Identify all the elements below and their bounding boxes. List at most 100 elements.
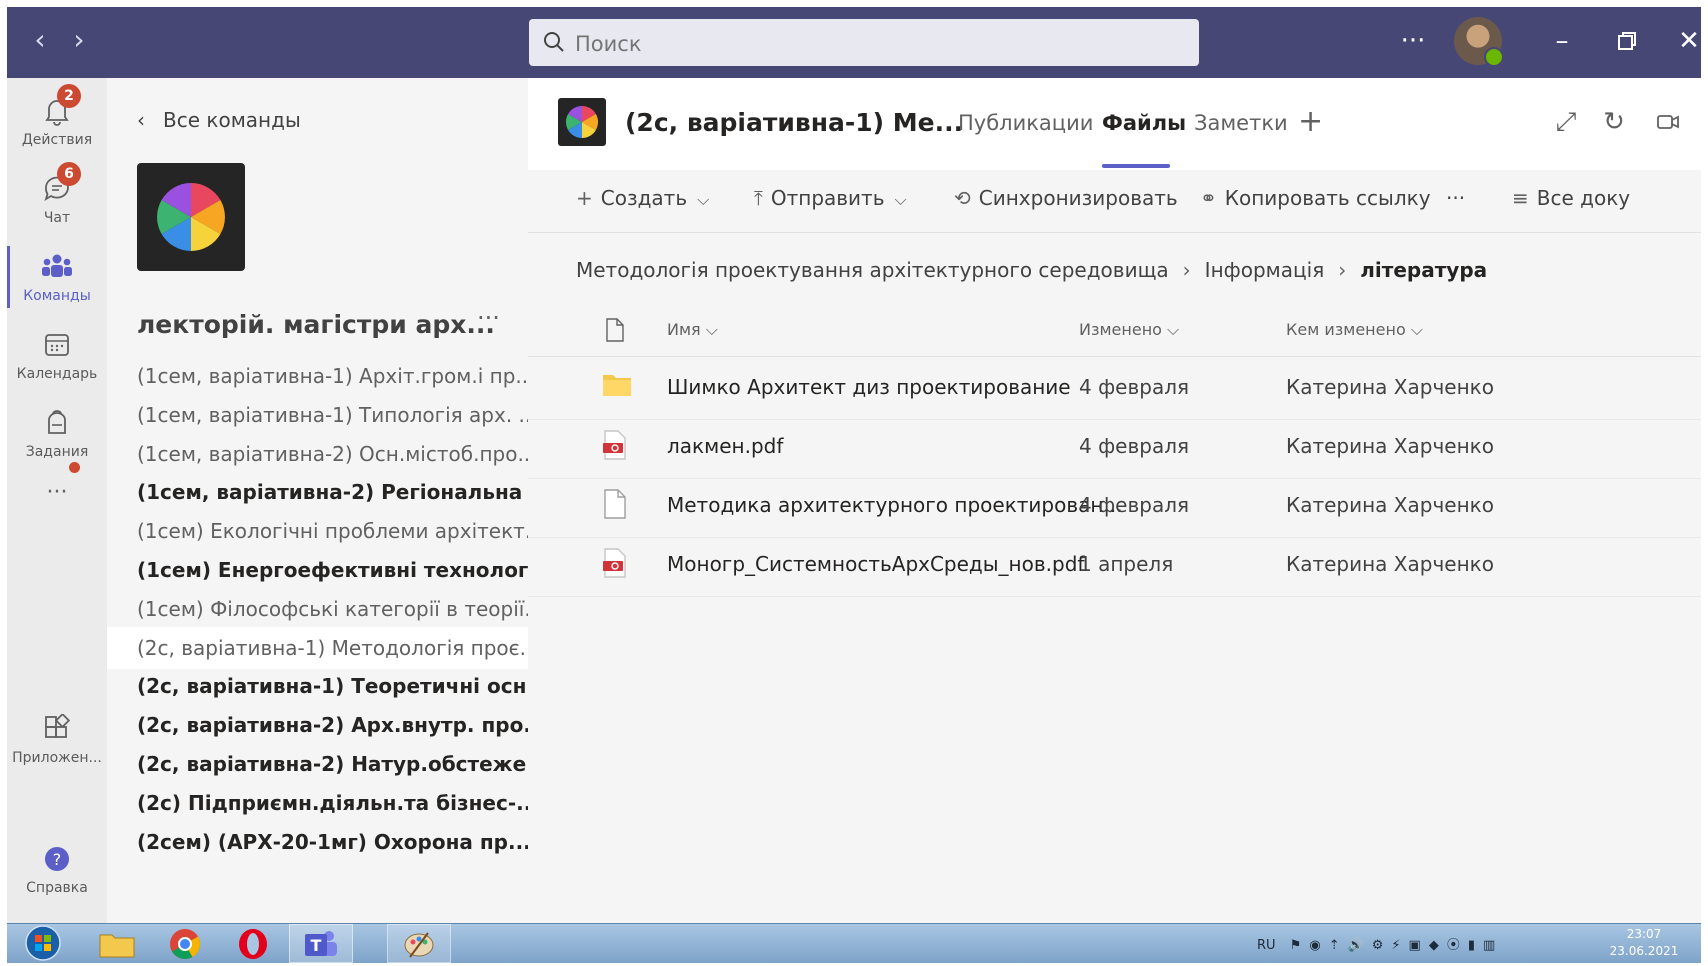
rail-activity-label: Действия: [21, 132, 93, 148]
channel-item[interactable]: (1сем, варіативна-2) Регіональна ...: [107, 471, 528, 513]
file-modified: 4 февраля: [1079, 434, 1190, 458]
list-icon: ≡: [1512, 186, 1529, 210]
expand-icon[interactable]: ⤢: [1548, 104, 1584, 140]
back-arrow-icon[interactable]: ‹: [25, 25, 55, 55]
file-modified-by: Катерина Харченко: [1286, 493, 1494, 517]
refresh-icon[interactable]: ↻: [1596, 104, 1632, 140]
start-button[interactable]: [11, 924, 75, 963]
explorer-taskbar-button[interactable]: [85, 924, 149, 963]
files-toolbar: + Создать ⌵ ⤒ Отправить ⌵ ⟲ Синхронизировать …: [528, 170, 1701, 233]
team-panel: ‹ Все команды лекторій. магістри арх... ·…: [107, 78, 528, 923]
channel-item[interactable]: (1сем, варіативна-2) Осн.містоб.про...: [107, 433, 528, 475]
avatar[interactable]: [1454, 17, 1504, 67]
channel-item[interactable]: (2с, варіативна-1) Методологія проє...: [107, 626, 528, 669]
file-name[interactable]: лакмен.pdf: [667, 434, 783, 458]
search-input[interactable]: [573, 19, 1177, 68]
create-button[interactable]: + Создать ⌵: [576, 186, 709, 210]
chevron-left-icon: ‹: [137, 108, 145, 132]
file-modified-by: Катерина Харченко: [1286, 552, 1494, 576]
file-name[interactable]: Шимко Архитект диз проектирование: [667, 375, 1071, 399]
file-row[interactable]: Моногр_СистемностьАрхСреды_нов.pdf 1 апре…: [528, 534, 1701, 597]
file-row[interactable]: Шимко Архитект диз проектирование 4 февра…: [528, 357, 1701, 420]
rail-more-label: ···: [46, 480, 68, 505]
channel-item[interactable]: (2с) Підприємн.діяльн.та бізнес-...: [107, 782, 528, 824]
tray-icons[interactable]: ⚑◉⇡🔊⚙⚡▣◆⦿▮▥: [1290, 938, 1504, 953]
channel-item[interactable]: (2с, варіативна-2) Натур.обстеже...: [107, 743, 528, 785]
paint-taskbar-button[interactable]: [387, 924, 451, 963]
teams-logo-icon: T: [305, 931, 337, 956]
folder-icon: [603, 375, 631, 396]
meet-icon[interactable]: [1650, 104, 1686, 140]
opera-taskbar-button[interactable]: [221, 924, 285, 963]
clock-time: 23:07: [1626, 927, 1662, 941]
channel-item[interactable]: (2с, варіативна-2) Арх.внутр. про...: [107, 704, 528, 746]
language-indicator[interactable]: RU: [1257, 938, 1276, 953]
rail-assignments[interactable]: Задания: [7, 396, 107, 474]
rail-calendar[interactable]: Календарь: [7, 318, 107, 396]
toolbar-more-button[interactable]: ···: [1446, 186, 1465, 210]
activity-badge: 2: [57, 84, 81, 108]
more-options-button[interactable]: ···: [1393, 21, 1433, 61]
clock[interactable]: 23:07 23.06.2021: [1599, 926, 1689, 960]
team-more-button[interactable]: ···: [477, 304, 500, 332]
rail-help[interactable]: ? Справка: [7, 832, 107, 920]
search-icon: [544, 32, 564, 52]
channel-item[interactable]: (1сем) Енергоефективні технолог...: [107, 549, 528, 591]
column-modified[interactable]: Изменено ⌵: [1079, 320, 1179, 340]
chevron-down-icon: ⌵: [1410, 320, 1423, 339]
forward-arrow-icon[interactable]: ›: [64, 25, 94, 55]
tab-notes[interactable]: Заметки: [1194, 111, 1288, 135]
teams-taskbar-button[interactable]: T: [289, 924, 353, 963]
rail-chat[interactable]: Чат 6: [7, 162, 107, 240]
chat-badge: 6: [57, 162, 81, 186]
windows-logo-icon: [25, 925, 61, 961]
channel-item[interactable]: (2с, варіативна-1) Теоретичні осн...: [107, 665, 528, 707]
backpack-icon: [48, 410, 66, 434]
all-teams-link[interactable]: ‹ Все команды: [137, 108, 301, 132]
color-wheel-icon: [565, 105, 599, 139]
channel-logo: [558, 98, 606, 146]
copy-link-button[interactable]: ⚭ Копировать ссылку: [1200, 186, 1431, 210]
sync-button[interactable]: ⟲ Синхронизировать: [954, 186, 1178, 210]
all-documents-button[interactable]: ≡ Все доку: [1512, 186, 1630, 210]
column-name[interactable]: Имя ⌵: [667, 320, 718, 340]
file-modified: 4 февраля: [1079, 493, 1190, 517]
tab-posts[interactable]: Публикации: [958, 111, 1093, 135]
teams-icon: [42, 254, 72, 277]
minimize-button[interactable]: –: [1542, 21, 1582, 61]
channel-item[interactable]: (1сем, варіативна-1) Архіт.гром.і пр...: [107, 355, 528, 397]
upload-button[interactable]: ⤒ Отправить ⌵: [754, 186, 907, 210]
clock-date: 23.06.2021: [1609, 944, 1679, 958]
rail-activity[interactable]: Действия 2: [7, 84, 107, 162]
rail-apps[interactable]: Приложен...: [7, 702, 107, 780]
apps-icon: [45, 712, 71, 738]
maximize-button[interactable]: [1607, 21, 1647, 61]
file-modified-by: Катерина Харченко: [1286, 375, 1494, 399]
rail-teams[interactable]: Команды: [7, 240, 107, 318]
file-row[interactable]: Методика архитектурного проектирован... 4…: [528, 475, 1701, 538]
add-tab-button[interactable]: +: [1298, 104, 1323, 139]
column-modified-by[interactable]: Кем изменено ⌵: [1286, 320, 1423, 340]
column-name-label: Имя: [667, 320, 701, 339]
chrome-taskbar-button[interactable]: [153, 924, 217, 963]
breadcrumb-item[interactable]: Методологія проектування архітектурного …: [576, 258, 1169, 282]
file-type-icon: [606, 318, 624, 342]
rail-more[interactable]: ···: [7, 478, 107, 518]
breadcrumb-item[interactable]: Інформація: [1205, 258, 1325, 282]
create-label: Создать: [600, 186, 688, 210]
file-row[interactable]: лакмен.pdf 4 февраля Катерина Харченко: [528, 416, 1701, 479]
file-name[interactable]: Методика архитектурного проектирован...: [667, 493, 1123, 517]
search-box[interactable]: [529, 19, 1199, 68]
channel-item[interactable]: (1сем) Філософські категорії в теорії...: [107, 588, 528, 630]
rail-assignments-label: Задания: [25, 444, 89, 460]
column-modified-label: Изменено: [1079, 320, 1162, 339]
link-icon: ⚭: [1200, 186, 1217, 210]
channel-item[interactable]: (2сем) (АРХ-20-1мг) Охорона пр...: [107, 821, 528, 863]
channel-item[interactable]: (1сем, варіативна-1) Типологія арх. ...: [107, 394, 528, 436]
tab-files[interactable]: Файлы: [1102, 111, 1186, 135]
channel-item[interactable]: (1сем) Екологічні проблеми архітект...: [107, 510, 528, 552]
help-icon: ?: [45, 847, 69, 871]
all-documents-label: Все доку: [1536, 186, 1631, 210]
close-button[interactable]: ✕: [1669, 21, 1708, 61]
file-name[interactable]: Моногр_СистемностьАрхСреды_нов.pdf: [667, 552, 1084, 576]
